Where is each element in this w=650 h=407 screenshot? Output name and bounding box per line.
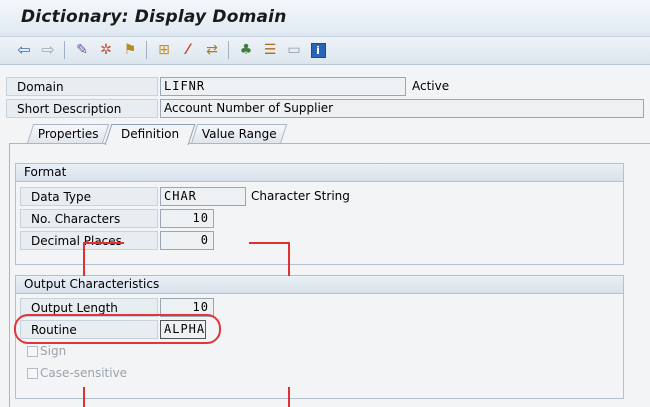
format-heading: Format xyxy=(16,164,623,182)
decimal-places-field[interactable]: 0 xyxy=(160,231,214,250)
toolbar-separator xyxy=(146,41,147,59)
hierarchy-icon[interactable]: ♣ xyxy=(236,40,256,60)
toolbar-separator xyxy=(228,41,229,59)
tab-definition-label: Definition xyxy=(120,127,180,141)
stack-icon[interactable]: ☰ xyxy=(260,40,280,60)
where-used-icon[interactable]: ⇄ xyxy=(202,40,222,60)
case-sensitive-label: Case-sensitive xyxy=(40,366,128,380)
activate-icon[interactable]: ✲ xyxy=(96,40,116,60)
case-sensitive-checkbox[interactable] xyxy=(27,368,38,379)
annotation-line xyxy=(83,242,124,244)
toolbar-separator xyxy=(64,41,65,59)
short-description-label: Short Description xyxy=(6,99,158,118)
window-title: Dictionary: Display Domain xyxy=(21,7,287,27)
data-type-label: Data Type xyxy=(20,187,158,206)
tab-definition[interactable]: Definition xyxy=(104,124,196,145)
data-type-field[interactable]: CHAR xyxy=(160,187,246,206)
annotation-line xyxy=(249,242,290,244)
title-bar: Dictionary: Display Domain xyxy=(0,0,650,37)
short-description-field[interactable]: Account Number of Supplier xyxy=(160,99,644,118)
other-object-icon[interactable]: ⊞ xyxy=(154,40,174,60)
domain-field[interactable]: LIFNR xyxy=(160,77,406,96)
sign-label: Sign xyxy=(40,344,67,358)
application-toolbar: ⇦ ⇨ ✎ ✲ ⚑ ⊞ ⁄ ⇄ ♣ ☰ ▭ i xyxy=(0,37,650,65)
main-area: Domain LIFNR Active Short Description Ac… xyxy=(0,65,650,407)
back-arrow-icon[interactable]: ⇦ xyxy=(14,40,34,60)
decimal-places-label: Decimal Places xyxy=(20,231,158,250)
tab-value-range[interactable]: Value Range xyxy=(190,124,288,144)
display-change-icon[interactable]: ✎ xyxy=(72,40,92,60)
output-characteristics-heading: Output Characteristics xyxy=(16,276,623,294)
domain-label: Domain xyxy=(6,77,158,96)
annotation-line xyxy=(288,387,290,407)
no-characters-field[interactable]: 10 xyxy=(160,209,214,228)
wand-icon[interactable]: ⁄ xyxy=(178,40,198,60)
check-icon[interactable]: ⚑ xyxy=(120,40,140,60)
annotation-line xyxy=(83,387,85,407)
info-icon[interactable]: i xyxy=(308,40,328,60)
annotation-line xyxy=(288,242,290,276)
status-text: Active xyxy=(412,79,450,93)
forward-arrow-icon[interactable]: ⇨ xyxy=(38,40,58,60)
sign-checkbox[interactable] xyxy=(27,346,38,357)
no-characters-label: No. Characters xyxy=(20,209,158,228)
tab-properties[interactable]: Properties xyxy=(26,124,110,144)
data-type-description: Character String xyxy=(251,189,350,203)
layout-icon[interactable]: ▭ xyxy=(284,40,304,60)
annotation-line xyxy=(83,242,85,276)
annotation-highlight-oval xyxy=(14,314,221,344)
tab-value-range-label: Value Range xyxy=(201,127,277,141)
tab-properties-label: Properties xyxy=(37,127,99,141)
